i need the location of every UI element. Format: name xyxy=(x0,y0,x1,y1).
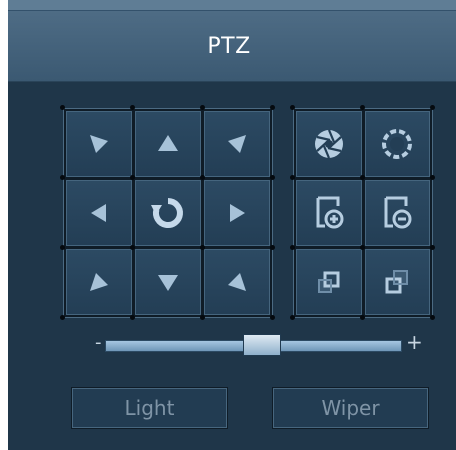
iris-close-button[interactable] xyxy=(364,111,430,177)
grid-node xyxy=(360,245,365,250)
pan-right-button[interactable] xyxy=(204,180,270,246)
arrow-down-left-icon xyxy=(90,273,108,291)
direction-pad xyxy=(63,108,273,318)
focus-near-icon xyxy=(317,271,340,293)
grid-node xyxy=(270,105,275,110)
grid-node xyxy=(360,315,365,320)
grid-node xyxy=(360,175,365,180)
slider-min-label: - xyxy=(95,332,102,353)
rotate-icon xyxy=(151,198,183,228)
panel-title: PTZ xyxy=(207,33,251,59)
grid-node xyxy=(200,105,205,110)
grid-node xyxy=(60,315,65,320)
arrow-right-icon xyxy=(230,204,245,222)
panel-header: PTZ xyxy=(8,11,456,82)
pan-up-right-button[interactable] xyxy=(204,111,270,177)
grid-node xyxy=(200,245,205,250)
pan-left-button[interactable] xyxy=(66,180,132,246)
grid-node xyxy=(270,175,275,180)
grid-node xyxy=(270,315,275,320)
auto-rotate-button[interactable] xyxy=(135,180,201,246)
grid-node xyxy=(270,245,275,250)
slider-thumb[interactable] xyxy=(243,334,282,356)
focus-far-icon xyxy=(385,270,409,294)
grid-node xyxy=(430,245,435,250)
lens-controls xyxy=(293,108,433,318)
arrow-down-icon xyxy=(158,275,178,291)
pan-down-button[interactable] xyxy=(135,249,201,315)
grid-node xyxy=(200,175,205,180)
grid-node xyxy=(430,105,435,110)
panel-top-strip xyxy=(8,0,456,11)
zoom-in-icon xyxy=(316,196,344,229)
arrow-up-right-icon xyxy=(228,135,246,153)
aperture-open-icon xyxy=(314,129,343,159)
pan-down-right-button[interactable] xyxy=(204,249,270,315)
grid-node xyxy=(290,245,295,250)
aperture-close-icon xyxy=(382,129,413,159)
zoom-out-icon xyxy=(384,196,412,229)
pan-up-button[interactable] xyxy=(135,111,201,177)
grid-node xyxy=(290,105,295,110)
pan-up-left-button[interactable] xyxy=(66,111,132,177)
slider-max-label: + xyxy=(406,330,423,354)
grid-node xyxy=(430,175,435,180)
grid-node xyxy=(360,105,365,110)
arrow-down-right-icon xyxy=(228,273,246,291)
grid-node xyxy=(130,105,135,110)
speed-slider[interactable]: - + xyxy=(63,330,433,360)
grid-node xyxy=(130,315,135,320)
arrow-left-icon xyxy=(91,204,106,222)
grid-node xyxy=(60,105,65,110)
zoom-out-button[interactable] xyxy=(364,180,430,246)
grid-node xyxy=(60,245,65,250)
iris-open-button[interactable] xyxy=(296,111,362,177)
grid-node xyxy=(130,175,135,180)
ptz-panel: PTZ - + Light Wiper xyxy=(8,0,456,450)
grid-node xyxy=(130,245,135,250)
arrow-up-left-icon xyxy=(90,135,108,153)
focus-near-button[interactable] xyxy=(296,249,362,315)
focus-far-button[interactable] xyxy=(364,249,430,315)
grid-node xyxy=(290,175,295,180)
grid-node xyxy=(430,315,435,320)
pan-down-left-button[interactable] xyxy=(66,249,132,315)
light-button[interactable]: Light xyxy=(71,387,228,429)
arrow-up-icon xyxy=(158,135,178,151)
grid-node xyxy=(200,315,205,320)
grid-node xyxy=(290,315,295,320)
wiper-button[interactable]: Wiper xyxy=(272,387,429,429)
grid-node xyxy=(60,175,65,180)
zoom-in-button[interactable] xyxy=(296,180,362,246)
